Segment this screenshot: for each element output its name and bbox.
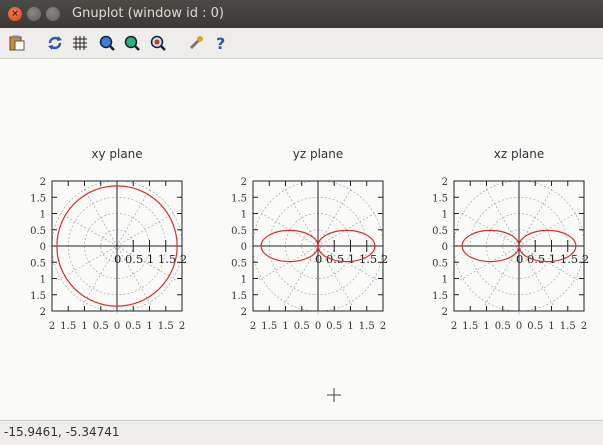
plots-canvas: xy plane2 1.5 1 0.5 0 0.5 1 1.5 221.510.500.511.… [30,147,589,402]
plot-xz-plane: xz plane2 1.5 1 0.5 0 0.5 1 1.5 221.510.500.511.… [432,147,589,332]
y-tick-label: 1 [40,210,46,221]
maximize-window-button[interactable] [46,7,60,21]
x-tick-label: 0 [114,321,120,332]
y-tick-label: 1 [40,275,46,286]
x-tick-label: 1.5 [60,321,76,332]
y-tick-label: 1.5 [30,193,46,204]
polar-axes [52,181,183,311]
y-tick-label: 0.5 [30,258,46,269]
y-tick-label: 2 [241,307,247,318]
help-icon[interactable]: ? [213,35,229,51]
close-icon: × [11,9,19,19]
x-tick-label: 0.5 [495,321,511,332]
title-bar: × Gnuplot (window id : 0) [0,0,603,28]
y-tick-label: 2 [241,177,247,188]
x-tick-label: 0 [315,321,321,332]
x-tick-label: 0.5 [294,321,310,332]
toolbar: ? [0,28,603,59]
x-tick-label: 1 [81,321,87,332]
x-tick-label: 1.5 [261,321,277,332]
x-tick-label: 1.5 [560,321,576,332]
y-tick-label: 1.5 [231,193,247,204]
replot-icon[interactable] [47,35,63,51]
y-tick-label: 2 [40,177,46,188]
y-tick-label: 0.5 [432,226,448,237]
x-tick-label: 1 [146,321,152,332]
x-tick-label: 1 [282,321,288,332]
y-tick-label: 1.5 [30,291,46,302]
y-tick-label: 1 [442,210,448,221]
chart-title: xy plane [91,147,142,161]
y-tick-label: 0.5 [432,258,448,269]
x-tick-label: 2 [49,321,55,332]
y-tick-label: 0.5 [231,258,247,269]
x-tick-label: 0.5 [125,321,141,332]
x-tick-label: 1.5 [359,321,375,332]
window-title: Gnuplot (window id : 0) [72,6,224,21]
x-tick-label: 1 [347,321,353,332]
minimize-window-button[interactable] [27,7,41,21]
unzoom-icon[interactable] [150,35,166,51]
plot-xy-plane: xy plane2 1.5 1 0.5 0 0.5 1 1.5 221.510.500.511.… [30,147,187,332]
x-tick-label: 0.5 [527,321,543,332]
y-tick-label: 2 [442,177,448,188]
settings-icon[interactable] [188,35,204,51]
plot-yz-plane: yz plane2 1.5 1 0.5 0 0.5 1 1.5 221.510.500.511.… [231,147,388,332]
y-tick-label: 2 [442,307,448,318]
y-tick-label: 1 [442,275,448,286]
chart-title: xz plane [494,147,545,161]
x-tick-label: 1.5 [158,321,174,332]
plot-area[interactable]: xy plane 2 1.5 1 0.5 0 0.5 1 1.5 2 2 1.5 1 0.5 0 0.5 1 1.… [0,59,603,419]
x-tick-label: 1 [483,321,489,332]
y-tick-label: 1 [241,275,247,286]
zoom-previous-icon[interactable] [99,35,115,51]
y-tick-label: 0 [442,242,448,253]
y-tick-label: 1 [241,210,247,221]
x-tick-label: 0.5 [93,321,109,332]
x-tick-label: 0.5 [326,321,342,332]
grid-icon[interactable] [72,35,88,51]
x-tick-label: 1 [548,321,554,332]
y-tick-label: 0.5 [231,226,247,237]
svg-text:?: ? [216,35,225,51]
x-tick-label: 2 [250,321,256,332]
chart-title: yz plane [293,147,344,161]
y-tick-label: 1.5 [432,291,448,302]
y-tick-label: 0.5 [30,226,46,237]
x-tick-label: 2 [380,321,386,332]
x-tick-label: 2 [451,321,457,332]
x-tick-label: 2 [179,321,185,332]
y-tick-label: 1.5 [231,291,247,302]
r-tick-labels: 0 0.5 1 1.5 2 [315,252,388,266]
clipboard-icon[interactable] [9,35,25,51]
zoom-next-icon[interactable] [124,35,140,51]
x-tick-label: 0 [516,321,522,332]
y-tick-label: 2 [40,307,46,318]
y-tick-label: 1.5 [432,193,448,204]
status-bar: -15.9461, -5.34741 [0,420,603,445]
y-tick-label: 0 [241,242,247,253]
x-tick-label: 2 [581,321,587,332]
mouse-coordinates: -15.9461, -5.34741 [4,425,120,439]
r-tick-labels: 0 0.5 1 1.5 2 [516,252,589,266]
close-window-button[interactable]: × [8,7,22,21]
x-tick-label: 1.5 [462,321,478,332]
mouse-cursor [327,388,341,402]
y-tick-label: 0 [40,242,46,253]
